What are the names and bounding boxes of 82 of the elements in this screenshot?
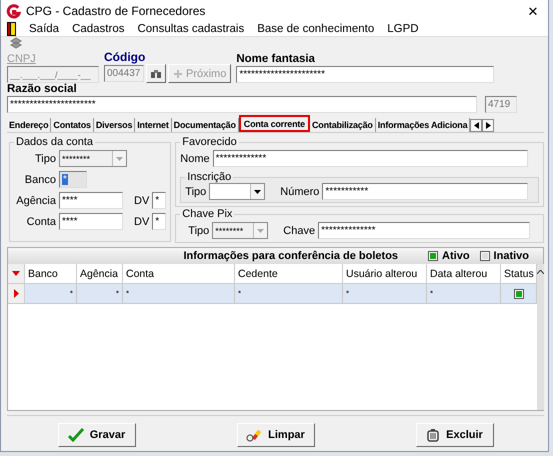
column-header[interactable]: Conta — [123, 264, 235, 283]
tab[interactable]: Conta corrente — [238, 115, 310, 132]
field-label: Tipo — [185, 186, 206, 198]
field-label: Tipo — [188, 224, 210, 236]
check-digit-field[interactable]: * — [152, 213, 166, 230]
scroll-right-button[interactable] — [482, 119, 494, 132]
tab[interactable]: Endereço — [7, 118, 52, 132]
left-arrow-icon — [474, 122, 479, 129]
company-name-field[interactable]: ********************** — [7, 96, 477, 113]
scroll-left-button[interactable] — [470, 119, 482, 132]
save-button[interactable]: Gravar — [58, 423, 136, 447]
arrows-icon[interactable] — [9, 37, 23, 49]
right-arrow-icon — [486, 122, 491, 129]
field-label: Agência — [15, 194, 56, 206]
trade-name-field[interactable]: ********************** — [236, 66, 494, 83]
current-row-icon — [14, 289, 18, 298]
door-icon[interactable] — [7, 22, 16, 36]
bank-field[interactable]: * — [59, 171, 87, 188]
dropdown-arrow-icon — [254, 190, 262, 194]
field-label: Chave — [283, 224, 316, 236]
binoculars-icon — [150, 68, 162, 78]
tab[interactable]: Contabilização — [310, 118, 376, 132]
window-title: CPG - Cadastro de Fornecedores — [26, 4, 206, 18]
field-label: Nome fantasia — [236, 53, 316, 66]
column-header[interactable]: Usuário alterou — [343, 264, 427, 283]
table-cell: * — [427, 284, 501, 303]
field-label: Conta — [26, 216, 56, 228]
menu-item[interactable]: Consultas cadastrais — [137, 23, 244, 35]
table-cell: * — [77, 284, 123, 303]
menu-item[interactable]: Saída — [29, 23, 60, 35]
menu-item[interactable]: LGPD — [387, 23, 419, 35]
field-label: Nome — [180, 152, 210, 164]
account-field[interactable]: **** — [59, 213, 123, 230]
close-button[interactable]: ✕ — [518, 0, 548, 22]
field-label: DV — [134, 194, 150, 206]
table-cell: * — [343, 284, 427, 303]
table-cell: * — [25, 284, 77, 303]
branch-field[interactable]: **** — [59, 192, 123, 209]
column-header[interactable]: Data alterou — [427, 264, 501, 283]
number-field[interactable]: *********** — [322, 183, 528, 200]
group-title: Inscrição — [186, 171, 232, 183]
group-title: Dados da conta — [15, 136, 94, 148]
tab[interactable]: Internet — [135, 118, 172, 132]
menu-item[interactable]: Cadastros — [72, 23, 124, 35]
field-label: Tipo — [34, 152, 56, 164]
clear-button[interactable]: Limpar — [236, 423, 314, 447]
plus-icon — [173, 68, 183, 78]
type-dropdown[interactable] — [209, 183, 266, 200]
menu-item[interactable]: Base de conhecimento — [257, 23, 374, 35]
field-label: CNPJ — [7, 53, 37, 66]
app-logo-icon — [6, 4, 21, 18]
table-row[interactable]: * * * * * * — [8, 284, 537, 304]
field-label: Número — [280, 186, 320, 198]
tab[interactable]: Contatos — [51, 118, 94, 132]
column-header[interactable]: Agência — [77, 264, 123, 283]
field-label: Código — [104, 51, 146, 64]
checkmark-icon — [68, 428, 84, 442]
dropdown-arrow-icon — [116, 156, 123, 160]
field-label: DV — [134, 216, 150, 228]
table-title: Informações para conferência de boletos — [182, 250, 400, 262]
trash-can-icon — [426, 428, 440, 442]
pix-key-field[interactable]: ************** — [318, 222, 530, 239]
check-digit-field[interactable]: * — [152, 192, 166, 209]
scrollbar[interactable] — [537, 264, 544, 410]
tab[interactable]: Diversos — [94, 118, 136, 132]
column-header[interactable]: Banco — [25, 264, 77, 283]
dropdown-arrow-icon — [257, 228, 264, 232]
legend-label: Ativo — [442, 250, 470, 262]
legend-label: Inativo — [494, 250, 529, 262]
group-title: Favorecido — [181, 136, 238, 148]
table-cell: * — [235, 284, 343, 303]
table-cell: * — [123, 284, 235, 303]
eraser-icon — [246, 428, 262, 442]
delete-button[interactable]: Excluir — [416, 423, 494, 447]
sort-icon[interactable] — [12, 271, 20, 276]
scroll-up-icon[interactable] — [537, 270, 544, 274]
field-label: Razão social — [7, 83, 78, 96]
field-label: Banco — [24, 174, 56, 186]
group-title: Chave Pix — [181, 208, 234, 220]
search-button[interactable] — [146, 64, 166, 83]
name-field[interactable]: ************* — [212, 150, 528, 167]
column-header[interactable]: Cedente — [235, 264, 343, 283]
